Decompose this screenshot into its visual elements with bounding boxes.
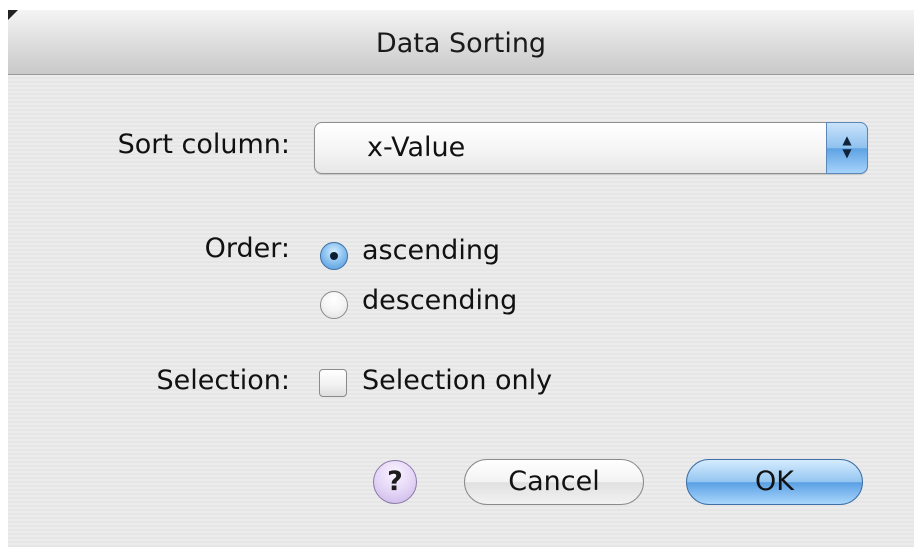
selection-only-label[interactable]: Selection only xyxy=(362,365,552,396)
order-label: Order: xyxy=(204,233,290,264)
sort-column-value: x-Value xyxy=(367,132,466,163)
ascending-label[interactable]: ascending xyxy=(362,235,500,266)
arrow-down-icon: ▼ xyxy=(842,146,852,160)
cancel-button[interactable]: Cancel xyxy=(464,459,644,505)
bottom-edge xyxy=(8,547,914,557)
help-button[interactable]: ? xyxy=(373,460,417,504)
sort-column-popup[interactable]: x-Value ▲ ▼ xyxy=(314,122,868,174)
popup-arrows-icon[interactable]: ▲ ▼ xyxy=(826,122,868,174)
sort-column-label: Sort column: xyxy=(117,129,290,160)
title-bar: Data Sorting xyxy=(8,10,914,75)
dialog-title: Data Sorting xyxy=(375,28,547,59)
descending-radio[interactable] xyxy=(320,291,348,319)
data-sorting-dialog: Data Sorting Sort column: x-Value ▲ ▼ Or… xyxy=(0,0,914,557)
ok-button[interactable]: OK xyxy=(686,459,863,505)
descending-label[interactable]: descending xyxy=(362,285,517,316)
selection-label: Selection: xyxy=(156,365,290,396)
selection-only-checkbox[interactable] xyxy=(319,369,347,397)
ascending-radio[interactable] xyxy=(320,242,348,270)
